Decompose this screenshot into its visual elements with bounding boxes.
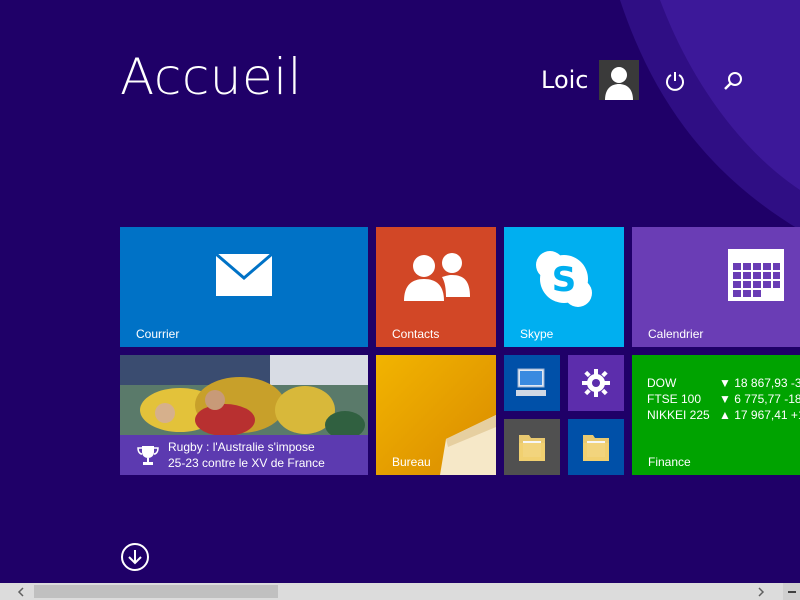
- tile-news[interactable]: Rugby : l'Australie s'impose 25-23 contr…: [120, 355, 368, 475]
- trophy-icon: [137, 446, 159, 465]
- tile-label: Calendrier: [648, 327, 704, 341]
- mail-icon: [216, 254, 272, 296]
- user-silhouette-icon: [604, 67, 633, 100]
- gear-icon: [582, 369, 610, 397]
- search-button[interactable]: [718, 66, 748, 96]
- finance-index-name: DOW: [647, 376, 677, 390]
- horizontal-scrollbar[interactable]: [0, 583, 800, 600]
- avatar[interactable]: [598, 60, 639, 100]
- tile-calendar[interactable]: Calendrier: [632, 227, 800, 347]
- power-button[interactable]: [660, 66, 690, 96]
- tile-mail[interactable]: Courrier: [120, 227, 368, 347]
- tile-skype[interactable]: S Skype: [504, 227, 624, 347]
- finance-index-value: ▼ 18 867,93 -35: [719, 376, 800, 390]
- chevron-right-icon: [757, 586, 764, 597]
- tile-label: Bureau: [392, 455, 431, 469]
- finance-index-name: NIKKEI 225: [647, 408, 710, 422]
- tile-contacts[interactable]: Contacts: [376, 227, 496, 347]
- finance-index-value: ▼ 6 775,77 -18,: [719, 392, 800, 406]
- minus-icon: [787, 590, 796, 593]
- chevron-left-icon: [17, 586, 24, 597]
- news-photo: [120, 355, 368, 435]
- folder-icon: [519, 435, 545, 461]
- tile-label: Finance: [648, 455, 691, 469]
- folder-icon: [583, 435, 609, 461]
- user-account[interactable]: Loic: [541, 60, 639, 100]
- tile-settings[interactable]: [568, 355, 624, 411]
- zoom-out-button[interactable]: [783, 583, 800, 600]
- finance-row-dow: DOW ▼ 18 867,93 -35: [647, 375, 800, 391]
- news-headline-line-2: 25-23 contre le XV de France: [168, 456, 325, 470]
- tile-computer[interactable]: [504, 355, 560, 411]
- news-headline-line-1: Rugby : l'Australie s'impose: [168, 440, 315, 454]
- user-name: Loic: [541, 66, 589, 94]
- tile-label: Courrier: [136, 327, 180, 341]
- svg-text:S: S: [552, 260, 577, 300]
- scroll-right-button[interactable]: [752, 583, 769, 600]
- people-icon: [404, 253, 470, 301]
- all-apps-button[interactable]: [120, 542, 150, 572]
- tile-desktop[interactable]: Bureau: [376, 355, 496, 475]
- finance-index-value: ▲ 17 967,41 +10: [719, 408, 800, 422]
- tile-folder-2[interactable]: [568, 419, 624, 475]
- finance-index-name: FTSE 100: [647, 392, 702, 406]
- search-icon: [724, 72, 742, 90]
- skype-icon: S: [536, 251, 592, 307]
- scroll-thumb[interactable]: [34, 585, 278, 598]
- arrow-down-circle-icon: [121, 543, 149, 571]
- finance-row-nikkei: NIKKEI 225 ▲ 17 967,41 +10: [647, 407, 800, 423]
- tile-finance[interactable]: DOW ▼ 18 867,93 -35 FTSE 100 ▼ 6 775,77 …: [632, 355, 800, 475]
- computer-icon: [516, 368, 546, 396]
- tile-label: Contacts: [392, 327, 440, 341]
- power-icon: [666, 72, 684, 91]
- calendar-icon: [728, 249, 784, 301]
- tile-label: Skype: [520, 327, 554, 341]
- scroll-left-button[interactable]: [12, 583, 29, 600]
- page-title: Accueil: [120, 48, 303, 106]
- finance-row-ftse: FTSE 100 ▼ 6 775,77 -18,: [647, 391, 800, 407]
- tile-folder-1[interactable]: [504, 419, 560, 475]
